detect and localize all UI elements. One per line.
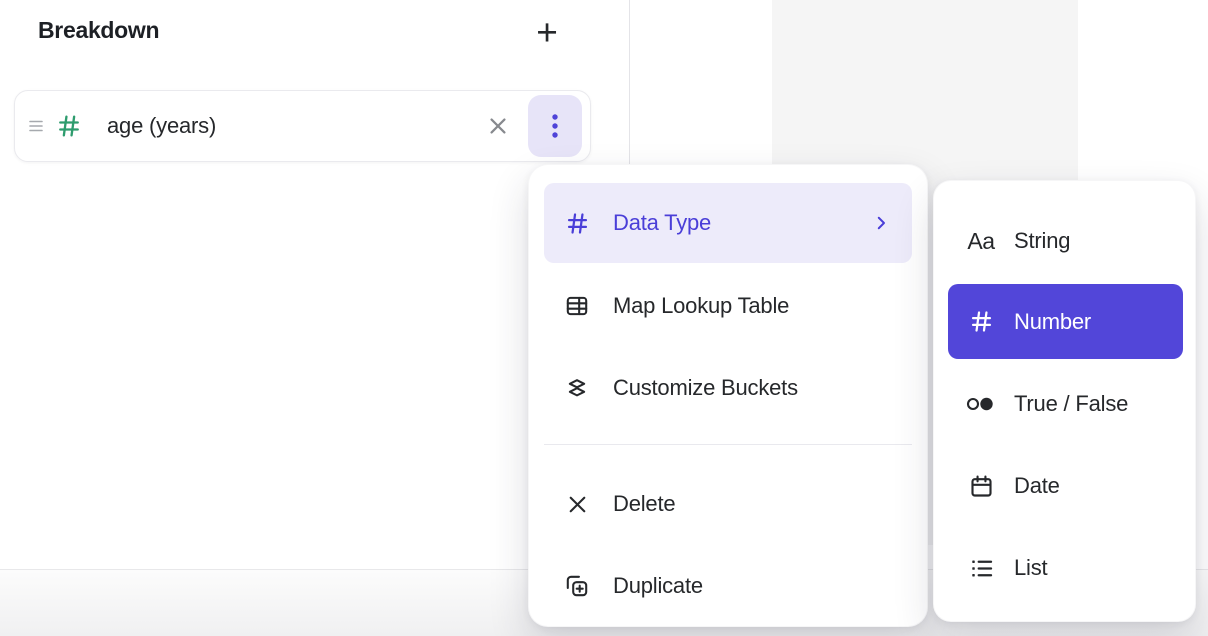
menu-item-label: Duplicate xyxy=(613,573,703,599)
list-icon xyxy=(964,555,998,582)
boolean-circles-icon xyxy=(964,392,998,416)
page-title: Breakdown xyxy=(38,17,159,44)
chevron-right-icon xyxy=(872,214,890,232)
stack-icon xyxy=(563,375,591,401)
menu-item-label: Delete xyxy=(613,491,675,517)
submenu-item-label: Date xyxy=(1014,473,1060,499)
data-type-submenu: Aa String Number True / False xyxy=(933,180,1196,622)
submenu-item-string[interactable]: Aa String xyxy=(948,201,1183,281)
menu-item-label: Map Lookup Table xyxy=(613,293,789,319)
submenu-item-label: String xyxy=(1014,228,1070,254)
text-aa-icon: Aa xyxy=(964,228,998,255)
calendar-icon xyxy=(964,473,998,500)
breakdown-field-row[interactable]: age (years) xyxy=(14,90,591,162)
menu-item-label: Customize Buckets xyxy=(613,375,798,401)
submenu-item-label: True / False xyxy=(1014,391,1128,417)
menu-item-data-type[interactable]: Data Type xyxy=(544,183,912,263)
submenu-item-true-false[interactable]: True / False xyxy=(948,364,1183,444)
table-icon xyxy=(563,293,591,319)
menu-item-delete[interactable]: Delete xyxy=(544,464,912,544)
drag-handle-icon[interactable] xyxy=(28,117,44,135)
menu-item-duplicate[interactable]: Duplicate xyxy=(544,546,912,626)
menu-item-map-lookup-table[interactable]: Map Lookup Table xyxy=(544,266,912,346)
field-context-menu: Data Type Map Lookup Table xyxy=(528,164,928,627)
submenu-item-number[interactable]: Number xyxy=(948,284,1183,359)
submenu-item-label: List xyxy=(1014,555,1047,581)
menu-divider xyxy=(544,444,912,445)
submenu-item-list[interactable]: List xyxy=(948,528,1183,608)
submenu-item-label: Number xyxy=(1014,309,1091,335)
remove-field-icon[interactable] xyxy=(484,112,512,140)
menu-item-label: Data Type xyxy=(613,210,711,236)
field-options-kebab-button[interactable] xyxy=(528,95,582,157)
hash-icon xyxy=(964,308,998,335)
menu-item-customize-buckets[interactable]: Customize Buckets xyxy=(544,348,912,428)
close-icon xyxy=(563,492,591,517)
submenu-item-date[interactable]: Date xyxy=(948,446,1183,526)
breakdown-panel: Breakdown + age (years) xyxy=(0,0,1208,636)
add-breakdown-button[interactable]: + xyxy=(527,10,567,54)
number-type-hash-icon xyxy=(55,112,83,140)
field-name-label: age (years) xyxy=(107,113,216,139)
duplicate-icon xyxy=(563,573,591,599)
hash-icon xyxy=(563,210,591,237)
